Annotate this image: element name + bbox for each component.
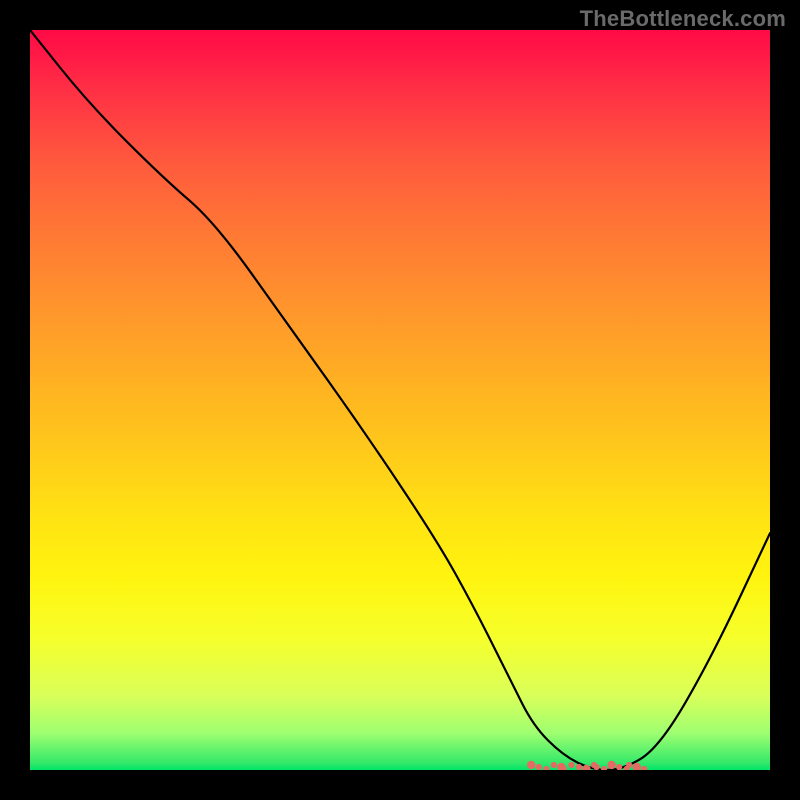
marker-dot (601, 766, 607, 770)
chart-frame: TheBottleneck.com (0, 0, 800, 800)
marker-dot (616, 764, 622, 770)
watermark-text: TheBottleneck.com (580, 6, 786, 32)
marker-dot (576, 764, 582, 770)
bottleneck-curve-path (30, 30, 770, 770)
marker-dot (543, 766, 549, 770)
curve-layer (30, 30, 770, 770)
plot-area (30, 30, 770, 770)
minimum-marker-cluster (527, 761, 647, 770)
marker-dot (607, 761, 615, 769)
marker-dot (536, 764, 542, 770)
marker-dot (527, 761, 535, 769)
marker-dot (633, 763, 641, 770)
marker-dot (551, 762, 557, 768)
marker-dot (568, 762, 574, 768)
marker-dot (641, 766, 647, 770)
marker-dot (626, 762, 632, 768)
marker-dot (593, 764, 599, 770)
